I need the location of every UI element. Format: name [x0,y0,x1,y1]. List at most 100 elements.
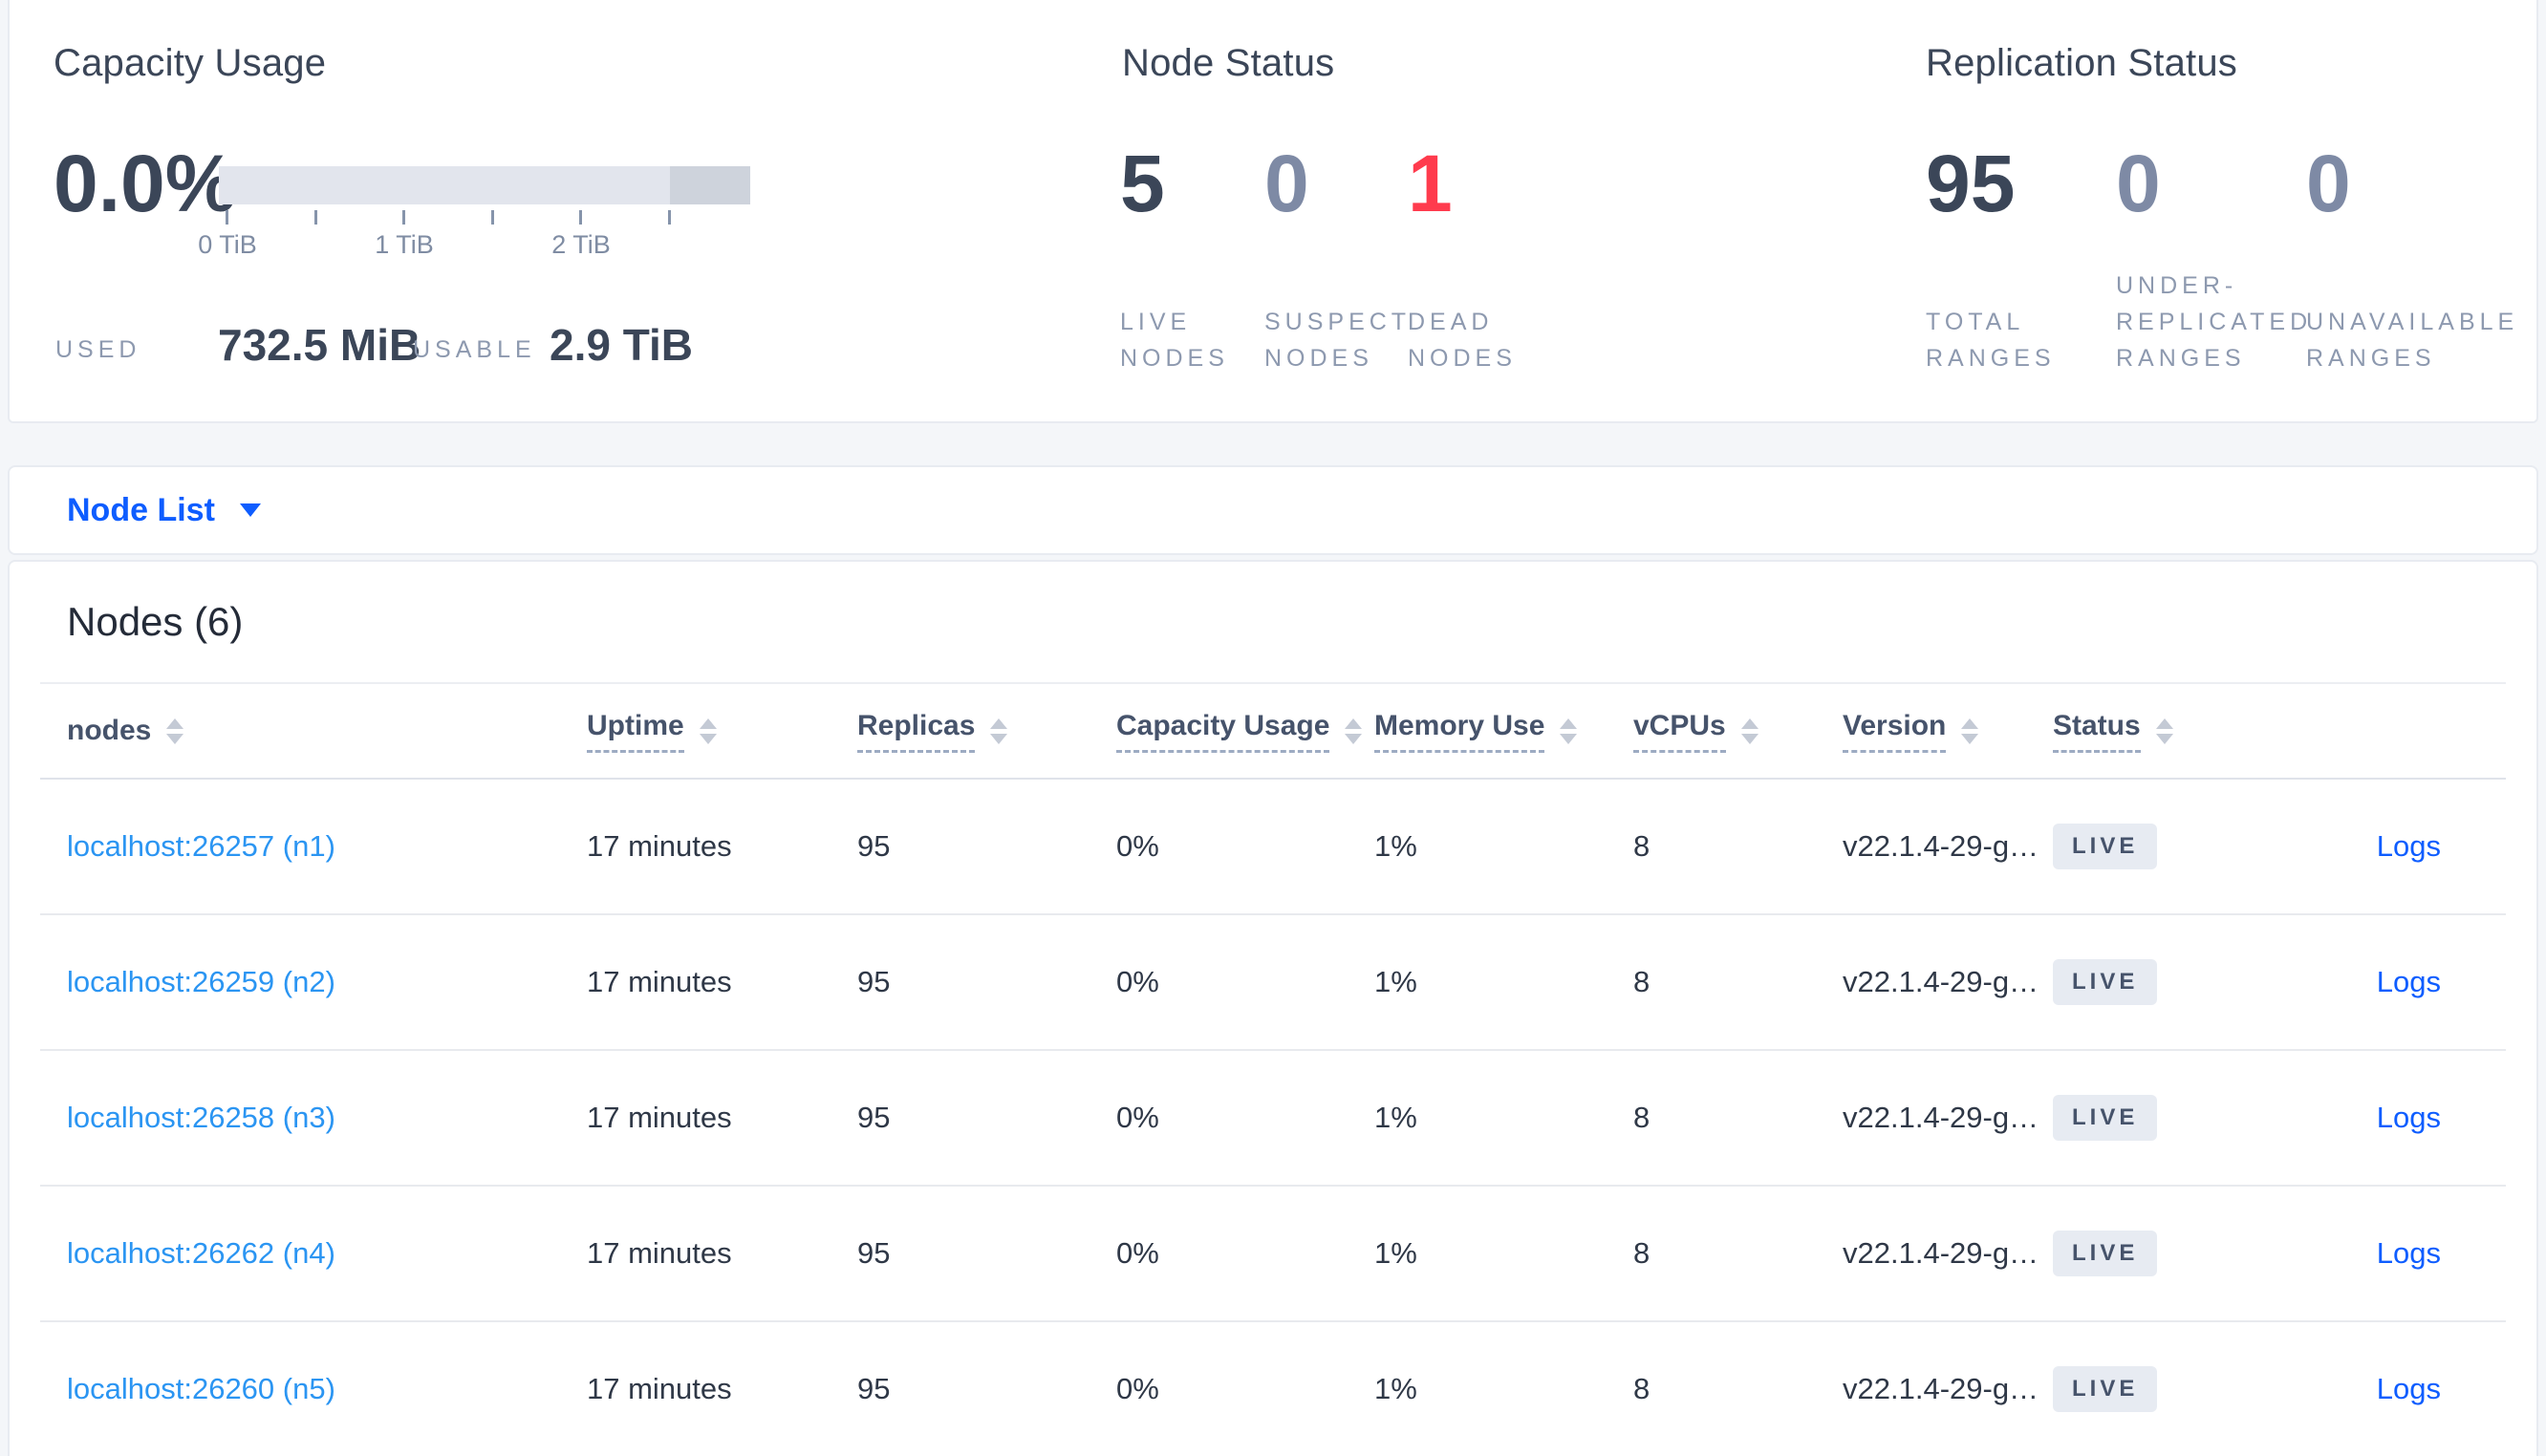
cluster-summary-card: Capacity Usage 0.0% 0 TiB 1 TiB 2 TiB US… [8,0,2538,423]
memory-use-cell: 1% [1374,1236,1417,1270]
replicas-cell: 95 [857,829,891,863]
uptime-cell: 17 minutes [587,829,732,863]
logs-link[interactable]: Logs [2377,1236,2441,1270]
column-header-memory-use[interactable]: Memory Use [1374,710,1633,753]
table-row: localhost:26258 (n3) 17 minutes 95 0% 1%… [40,1051,2506,1187]
axis-tick [579,210,582,225]
status-badge: LIVE [2053,959,2158,1005]
used-value: 732.5 MiB [218,320,421,370]
live-nodes-label: LIVE NODES [1120,309,1229,372]
status-badge: LIVE [2053,1095,2158,1141]
node-link[interactable]: localhost:26258 (n3) [67,1101,335,1134]
chevron-down-icon[interactable] [239,503,261,517]
node-link[interactable]: localhost:26262 (n4) [67,1236,335,1270]
status-badge: LIVE [2053,1366,2158,1412]
nodes-table-title: Nodes (6) [67,599,244,644]
sort-icon [1740,717,1758,744]
sort-icon [166,717,184,744]
memory-use-cell: 1% [1374,1101,1417,1134]
memory-use-cell: 1% [1374,829,1417,863]
table-title-row: Nodes (6) [40,562,2506,684]
node-list-dropdown[interactable]: Node List [67,492,215,529]
column-header-vcpus[interactable]: vCPUs [1633,710,1843,753]
column-header-uptime[interactable]: Uptime [587,710,857,753]
axis-tick-label: 2 TiB [551,230,611,259]
unavailable-ranges-count: 0 [2306,139,2351,228]
logs-link[interactable]: Logs [2377,829,2441,863]
version-cell: v22.1.4-29-g… [1843,1372,2039,1405]
status-badge: LIVE [2053,1231,2158,1276]
sort-icon [699,717,717,744]
capacity-usage-bar [219,166,750,204]
node-link[interactable]: localhost:26257 (n1) [67,829,335,863]
dead-nodes-count: 1 [1408,139,1453,228]
column-header-capacity-usage[interactable]: Capacity Usage [1116,710,1374,753]
vcpus-cell: 8 [1633,1372,1651,1405]
version-cell: v22.1.4-29-g… [1843,965,2039,998]
version-cell: v22.1.4-29-g… [1843,1236,2039,1270]
table-row: localhost:26259 (n2) 17 minutes 95 0% 1%… [40,915,2506,1051]
total-ranges-count: 95 [1926,139,2016,228]
capacity-bar-reserved-segment [670,166,750,204]
axis-tick-label: 1 TiB [375,230,434,259]
replicas-cell: 95 [857,1372,891,1405]
cluster-overview-page: Capacity Usage 0.0% 0 TiB 1 TiB 2 TiB US… [0,0,2546,1456]
logs-link[interactable]: Logs [2377,1101,2441,1134]
capacity-usage-cell: 0% [1116,1236,1159,1270]
logs-link[interactable]: Logs [2377,965,2441,998]
suspect-nodes-label: SUSPECT NODES [1264,309,1412,372]
uptime-cell: 17 minutes [587,1372,732,1405]
axis-tick [668,210,671,225]
dead-nodes-label: DEAD NODES [1408,309,1517,372]
table-header-row: nodes Uptime Replicas Capacity Usage Mem… [40,684,2506,780]
vcpus-cell: 8 [1633,1101,1651,1134]
sort-icon [990,717,1008,744]
uptime-cell: 17 minutes [587,1236,732,1270]
view-selector-card: Node List [8,465,2538,555]
capacity-usage-cell: 0% [1116,829,1159,863]
status-badge: LIVE [2053,824,2158,869]
usable-value: 2.9 TiB [550,320,693,370]
table-row: localhost:26257 (n1) 17 minutes 95 0% 1%… [40,780,2506,915]
column-header-nodes[interactable]: nodes [40,715,587,747]
replicas-cell: 95 [857,1236,891,1270]
vcpus-cell: 8 [1633,965,1651,998]
column-header-version[interactable]: Version [1843,710,2053,753]
nodes-table-card: Nodes (6) nodes Uptime Replicas Capacity… [8,560,2538,1456]
uptime-cell: 17 minutes [587,965,732,998]
memory-use-cell: 1% [1374,965,1417,998]
column-header-status[interactable]: Status [2053,710,2263,753]
vcpus-cell: 8 [1633,1236,1651,1270]
node-link[interactable]: localhost:26259 (n2) [67,965,335,998]
under-replicated-ranges-label: UNDER- REPLICATED RANGES [2116,272,2313,372]
replication-status-title: Replication Status [1926,42,2238,84]
axis-tick [226,210,228,225]
capacity-usage-cell: 0% [1116,1372,1159,1405]
under-replicated-ranges-count: 0 [2116,139,2161,228]
unavailable-ranges-label: UNAVAILABLE RANGES [2306,309,2519,372]
table-row: localhost:26262 (n4) 17 minutes 95 0% 1%… [40,1187,2506,1322]
used-label: USED [55,336,141,363]
axis-tick [402,210,405,225]
logs-link[interactable]: Logs [2377,1372,2441,1405]
column-header-replicas[interactable]: Replicas [857,710,1116,753]
live-nodes-count: 5 [1120,139,1165,228]
axis-tick [314,210,317,225]
capacity-usage-cell: 0% [1116,1101,1159,1134]
sort-icon [1345,717,1363,744]
node-link[interactable]: localhost:26260 (n5) [67,1372,335,1405]
replicas-cell: 95 [857,965,891,998]
version-cell: v22.1.4-29-g… [1843,1101,2039,1134]
axis-tick-label: 0 TiB [198,230,257,259]
capacity-usage-title: Capacity Usage [54,42,327,84]
node-status-title: Node Status [1122,42,1335,84]
suspect-nodes-count: 0 [1264,139,1309,228]
sort-icon [1961,717,1979,744]
axis-tick [491,210,494,225]
memory-use-cell: 1% [1374,1372,1417,1405]
version-cell: v22.1.4-29-g… [1843,829,2039,863]
uptime-cell: 17 minutes [587,1101,732,1134]
usable-label: USABLE [413,336,536,363]
replicas-cell: 95 [857,1101,891,1134]
sort-icon [1560,717,1578,744]
